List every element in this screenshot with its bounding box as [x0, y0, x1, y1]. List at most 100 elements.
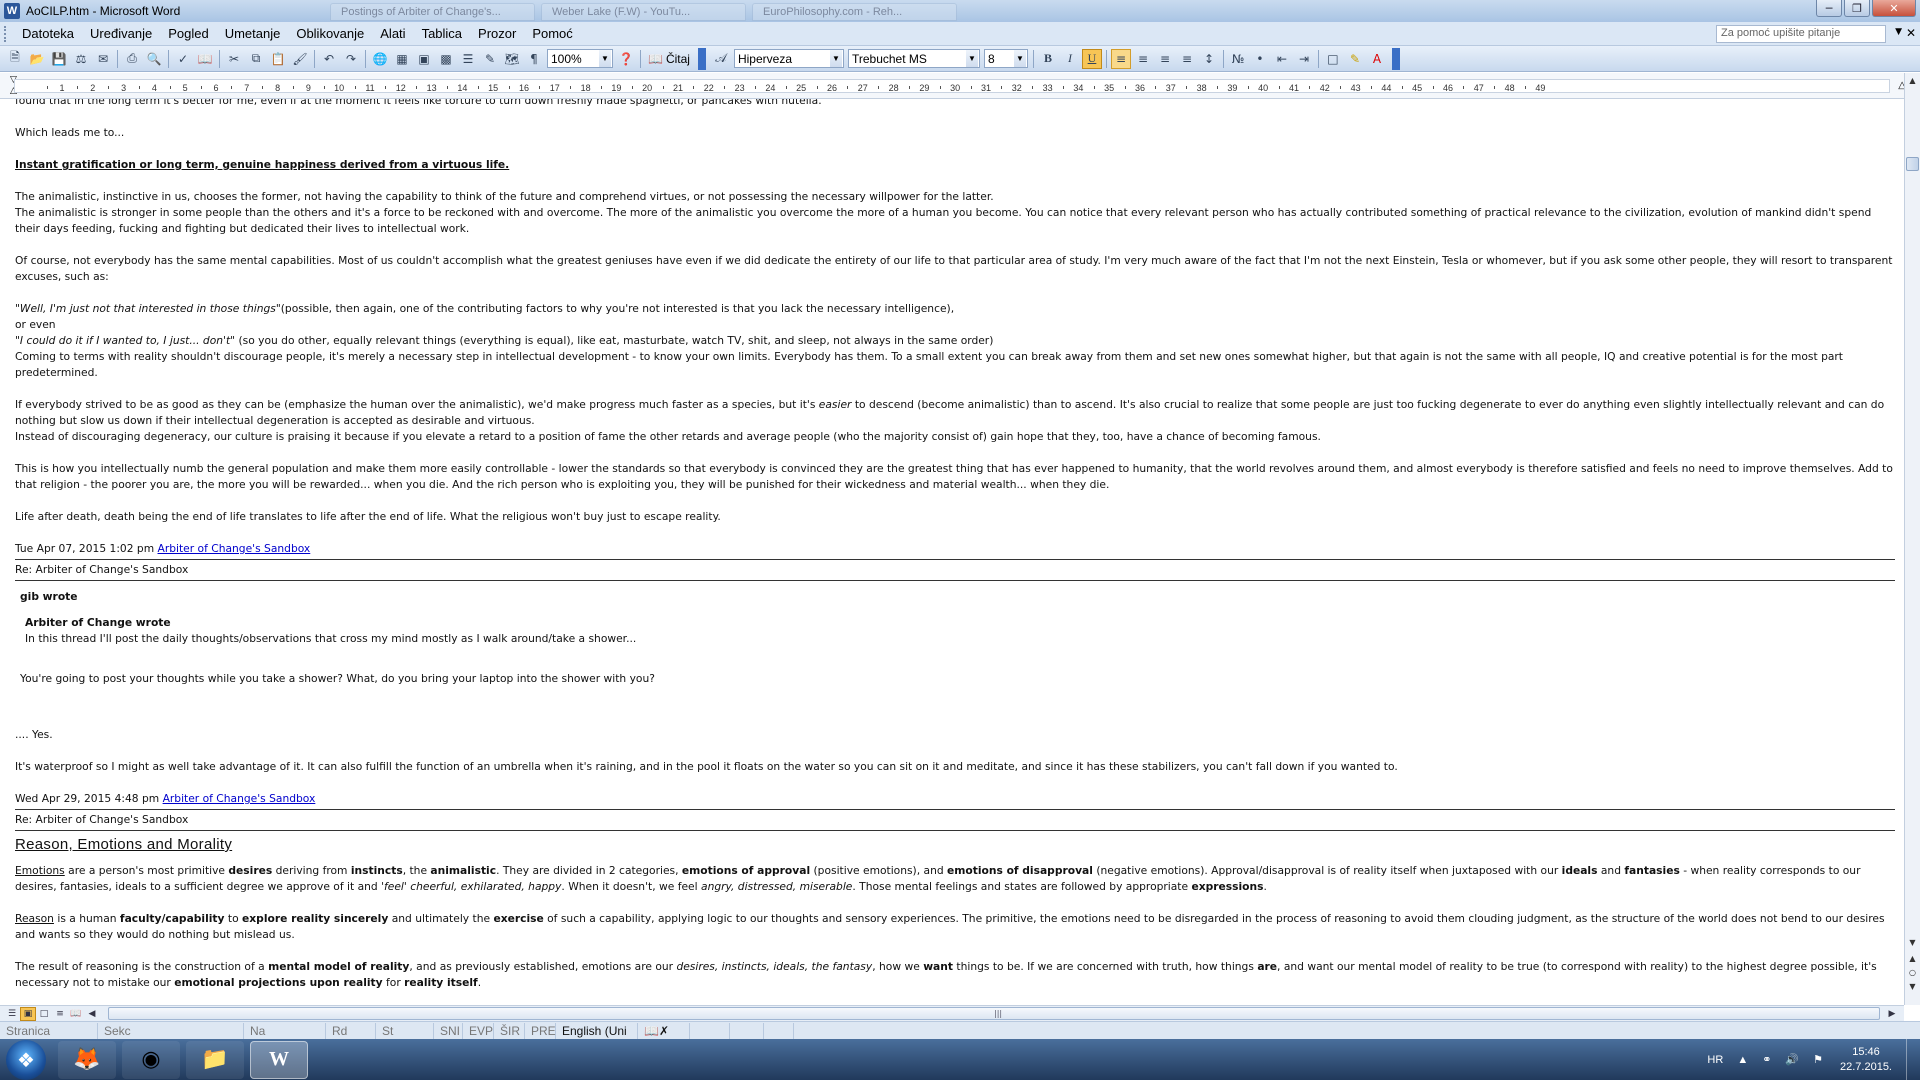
document-map-icon[interactable]: 🗺 [502, 49, 522, 69]
chevron-down-icon[interactable]: ▼ [829, 50, 842, 67]
underline-button[interactable]: U [1081, 48, 1102, 69]
horizontal-scroll-thumb[interactable]: ||| [108, 1007, 1880, 1020]
word-app-icon[interactable]: W [4, 3, 20, 19]
outline-view-icon[interactable]: ≡ [52, 1007, 68, 1021]
chevron-down-icon[interactable]: ▼ [1013, 50, 1026, 67]
insert-table-icon[interactable]: ▣ [414, 49, 434, 69]
menu-umetanje[interactable]: Umetanje [217, 26, 289, 41]
status-track-changes[interactable]: EVP [463, 1022, 494, 1039]
menu-alati[interactable]: Alati [372, 26, 413, 41]
open-folder-icon[interactable]: 📂 [27, 49, 47, 69]
scroll-left-icon[interactable]: ◀ [84, 1007, 100, 1021]
status-section[interactable]: Sekc [98, 1022, 244, 1039]
align-center-icon[interactable]: ≡ [1133, 49, 1153, 69]
cut-icon[interactable]: ✂ [224, 49, 244, 69]
italic-button[interactable]: I [1060, 49, 1080, 69]
vertical-scrollbar[interactable]: ▲ ▼ ▲ ○ ▼ [1904, 73, 1920, 1005]
help-search-input[interactable]: Za pomoć upišite pitanje [1716, 25, 1886, 43]
email-icon[interactable]: ✉ [93, 49, 113, 69]
menu-uredivanje[interactable]: Uređivanje [82, 26, 160, 41]
action-center-icon[interactable]: ⚑ [1813, 1053, 1823, 1066]
tray-clock[interactable]: 15:46 22.7.2015. [1840, 1045, 1892, 1075]
start-button-icon[interactable]: ❖ [6, 1039, 46, 1080]
print-preview-icon[interactable]: 🔍 [144, 49, 164, 69]
read-button[interactable]: 📖 Čitaj [644, 52, 694, 66]
print-layout-icon[interactable]: □ [36, 1007, 52, 1021]
tray-language[interactable]: HR [1707, 1054, 1723, 1066]
research-icon[interactable]: 📖 [195, 49, 215, 69]
scroll-down-icon[interactable]: ▼ [1905, 935, 1920, 949]
highlight-icon[interactable]: ✎ [1345, 49, 1365, 69]
word-taskbar-icon[interactable]: W [250, 1040, 308, 1079]
document-close-icon[interactable]: ✕ [1906, 26, 1916, 40]
status-overtype[interactable]: PRE [525, 1022, 556, 1039]
align-left-icon[interactable]: ≡ [1110, 48, 1131, 69]
toolbar-options-handle[interactable] [697, 47, 706, 70]
menu-grip-handle[interactable] [4, 25, 8, 42]
font-size-select[interactable]: 8 ▼ [983, 49, 1028, 68]
menu-datoteka[interactable]: Datoteka [14, 26, 82, 41]
font-select[interactable]: Trebuchet MS ▼ [847, 49, 980, 68]
justify-icon[interactable]: ≡ [1177, 49, 1197, 69]
status-language[interactable]: English (Uni [556, 1022, 638, 1039]
chevron-down-icon[interactable]: ▼ [965, 50, 978, 67]
increase-indent-icon[interactable]: ⇥ [1294, 49, 1314, 69]
align-right-icon[interactable]: ≡ [1155, 49, 1175, 69]
explorer-taskbar-icon[interactable]: 📁 [186, 1040, 244, 1079]
hyperlink-icon[interactable]: 🌐 [370, 49, 390, 69]
menu-pogled[interactable]: Pogled [160, 26, 216, 41]
web-layout-icon[interactable]: ▣ [20, 1006, 36, 1021]
bullets-icon[interactable]: • [1250, 49, 1270, 69]
permission-icon[interactable]: ⚖ [71, 49, 91, 69]
thread-link[interactable]: Arbiter of Change's Sandbox [163, 792, 316, 805]
font-color-icon[interactable]: A [1367, 49, 1387, 69]
previous-page-icon[interactable]: ▲ [1905, 951, 1920, 965]
show-desktop-button[interactable] [1906, 1039, 1920, 1080]
thread-link[interactable]: Arbiter of Change's Sandbox [158, 542, 311, 555]
firefox-taskbar-icon[interactable]: 🦊 [58, 1040, 116, 1079]
bold-button[interactable]: B [1038, 49, 1058, 69]
drawing-icon[interactable]: ✎ [480, 49, 500, 69]
close-button[interactable]: ✕ [1872, 0, 1916, 17]
menu-prozor[interactable]: Prozor [470, 26, 524, 41]
line-spacing-icon[interactable]: ↕ [1199, 49, 1219, 69]
network-icon[interactable]: ⚭ [1762, 1053, 1771, 1066]
border-icon[interactable]: □ [1323, 49, 1343, 69]
style-select[interactable]: Hiperveza ▼ [733, 49, 844, 68]
menu-oblikovanje[interactable]: Oblikovanje [288, 26, 372, 41]
reading-layout-icon[interactable]: 📖 [68, 1007, 84, 1021]
numbering-icon[interactable]: № [1228, 49, 1248, 69]
zoom-select[interactable]: 100% ▼ [547, 49, 613, 68]
scroll-up-icon[interactable]: ▲ [1905, 73, 1920, 87]
help-dropdown-icon[interactable]: ▼ [1895, 27, 1902, 37]
menu-pomoc[interactable]: Pomoć [524, 26, 580, 41]
minimize-button[interactable]: ─ [1816, 0, 1842, 17]
spelling-icon[interactable]: ✓ [173, 49, 193, 69]
chrome-taskbar-icon[interactable]: ◉ [122, 1040, 180, 1079]
document-area[interactable]: found that in the long term it's better … [0, 99, 1904, 1005]
status-column[interactable]: St [376, 1022, 434, 1039]
status-line[interactable]: Rd [326, 1022, 376, 1039]
toolbar-options-handle[interactable] [1391, 47, 1400, 70]
undo-icon[interactable]: ↶ [319, 49, 339, 69]
show-formatting-icon[interactable]: ¶ [524, 49, 544, 69]
status-at[interactable]: Na [244, 1022, 326, 1039]
normal-view-icon[interactable]: ☰ [4, 1007, 20, 1021]
browse-object-icon[interactable]: ○ [1905, 965, 1920, 979]
save-icon[interactable]: 💾 [49, 49, 69, 69]
chevron-down-icon[interactable]: ▼ [599, 50, 611, 67]
paste-icon[interactable]: 📋 [268, 49, 288, 69]
volume-icon[interactable]: 🔊 [1785, 1053, 1799, 1066]
status-extend[interactable]: ŠIR [494, 1022, 525, 1039]
tray-expand-icon[interactable]: ▲ [1737, 1054, 1748, 1066]
next-page-icon[interactable]: ▼ [1905, 979, 1920, 993]
columns-icon[interactable]: ☰ [458, 49, 478, 69]
status-page[interactable]: Stranica [0, 1022, 98, 1039]
horizontal-ruler[interactable]: ▽ △ 123456789101112131415161718192021222… [0, 73, 1920, 99]
redo-icon[interactable]: ↷ [341, 49, 361, 69]
format-painter-icon[interactable]: 🖌 [290, 49, 310, 69]
help-icon[interactable]: ❓ [616, 49, 636, 69]
restore-button[interactable]: ❐ [1844, 0, 1870, 17]
document-body[interactable]: found that in the long term it's better … [15, 99, 1895, 1005]
scroll-thumb[interactable] [1906, 157, 1919, 171]
